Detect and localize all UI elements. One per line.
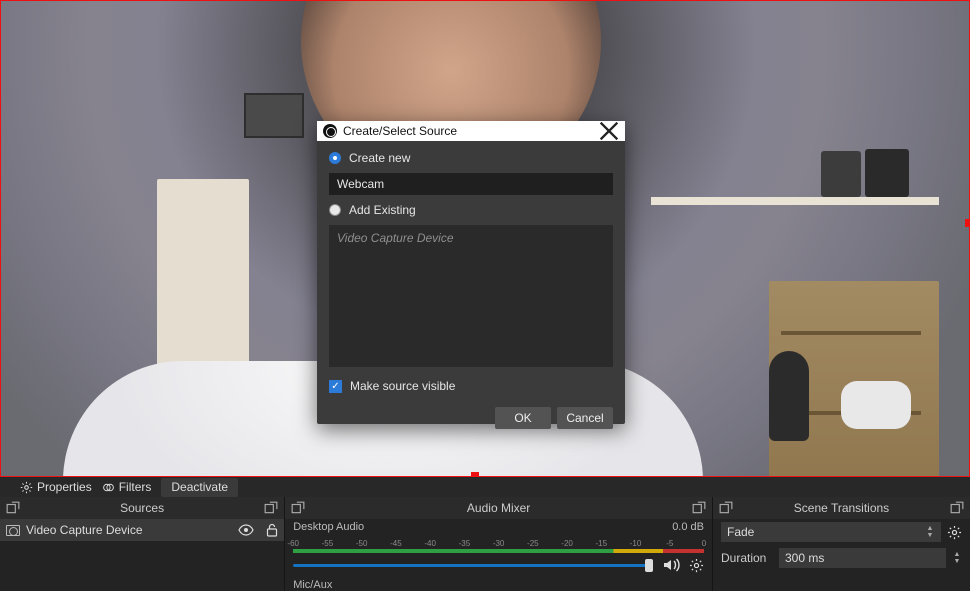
vu-tick: 0 bbox=[702, 539, 706, 548]
visibility-toggle[interactable] bbox=[238, 524, 254, 536]
lock-toggle[interactable] bbox=[266, 523, 278, 537]
list-item[interactable]: Video Capture Device bbox=[337, 231, 605, 245]
vu-tick: -5 bbox=[666, 539, 673, 548]
vu-tick: -40 bbox=[424, 539, 436, 548]
properties-button[interactable]: Properties bbox=[20, 480, 92, 494]
channel-name: Desktop Audio bbox=[293, 521, 364, 533]
duration-label: Duration bbox=[721, 551, 773, 565]
transition-select[interactable]: Fade ▲▼ bbox=[721, 522, 941, 542]
vu-tick: -45 bbox=[390, 539, 402, 548]
panel-title: Scene Transitions bbox=[733, 501, 950, 515]
filters-label: Filters bbox=[119, 480, 152, 494]
duration-input[interactable] bbox=[779, 548, 946, 568]
ok-button[interactable]: OK bbox=[495, 407, 551, 429]
dialog-titlebar[interactable]: Create/Select Source bbox=[317, 121, 625, 141]
background-box bbox=[865, 149, 909, 197]
chevron-updown-icon: ▲▼ bbox=[925, 525, 935, 539]
checkbox-make-visible[interactable]: ✓ Make source visible bbox=[329, 379, 613, 393]
channel-name: Mic/Aux bbox=[285, 573, 712, 591]
properties-label: Properties bbox=[37, 480, 92, 494]
popout-icon[interactable] bbox=[950, 501, 964, 515]
checkbox-icon: ✓ bbox=[329, 380, 342, 393]
preview-canvas[interactable]: Create/Select Source Create new Add Exis… bbox=[0, 0, 970, 477]
popout-icon[interactable] bbox=[264, 501, 278, 515]
vu-tick: -35 bbox=[459, 539, 471, 548]
vu-tick: -50 bbox=[356, 539, 368, 548]
popout-icon[interactable] bbox=[692, 501, 706, 515]
vu-tick: -60 bbox=[287, 539, 299, 548]
chevron-updown-icon[interactable]: ▲▼ bbox=[952, 551, 962, 565]
background-frame bbox=[244, 93, 304, 138]
cancel-button[interactable]: Cancel bbox=[557, 407, 613, 429]
filters-button[interactable]: Filters bbox=[102, 480, 152, 494]
dialog-title-text: Create/Select Source bbox=[343, 124, 457, 138]
deactivate-button[interactable]: Deactivate bbox=[161, 478, 238, 497]
background-microphone bbox=[769, 351, 809, 441]
existing-sources-list[interactable]: Video Capture Device bbox=[329, 225, 613, 367]
radio-create-new[interactable]: Create new bbox=[329, 151, 613, 165]
radio-icon bbox=[329, 152, 341, 164]
selection-handle-south[interactable] bbox=[471, 472, 479, 477]
transition-selected-value: Fade bbox=[727, 525, 754, 539]
create-select-source-dialog: Create/Select Source Create new Add Exis… bbox=[317, 121, 625, 424]
selection-handle-east[interactable] bbox=[965, 219, 970, 227]
background-shelf bbox=[651, 197, 939, 205]
panel-title: Sources bbox=[20, 501, 264, 515]
mute-toggle[interactable] bbox=[663, 558, 681, 572]
vu-tick: -25 bbox=[527, 539, 539, 548]
source-item[interactable]: Video Capture Device bbox=[0, 519, 284, 541]
background-vr-headset bbox=[841, 381, 911, 429]
vu-tick: -20 bbox=[561, 539, 573, 548]
volume-slider[interactable] bbox=[293, 564, 653, 567]
camera-icon bbox=[6, 525, 20, 536]
volume-slider-row bbox=[293, 557, 704, 573]
panel-title: Audio Mixer bbox=[305, 501, 692, 515]
vu-tick: -15 bbox=[596, 539, 608, 548]
source-context-toolbar: Properties Filters Deactivate bbox=[0, 477, 970, 497]
scene-transitions-panel: Scene Transitions Fade ▲▼ Duration bbox=[713, 497, 970, 591]
popout-icon[interactable] bbox=[719, 501, 733, 515]
filters-icon bbox=[102, 481, 115, 494]
radio-add-existing[interactable]: Add Existing bbox=[329, 203, 613, 217]
source-item-label: Video Capture Device bbox=[26, 523, 143, 537]
audio-mixer-panel: Audio Mixer Desktop Audio 0.0 dB -60 -55 -… bbox=[285, 497, 713, 591]
radio-label: Create new bbox=[349, 151, 410, 165]
slider-thumb[interactable] bbox=[645, 559, 653, 572]
close-button[interactable] bbox=[599, 121, 619, 141]
vu-meter: -60-55-50-45-40-35-30-25-20-15-10-50 bbox=[293, 533, 704, 553]
radio-icon bbox=[329, 204, 341, 216]
vu-tick: -55 bbox=[322, 539, 334, 548]
gear-icon bbox=[20, 481, 33, 494]
channel-settings-button[interactable] bbox=[689, 558, 704, 573]
vu-tick: -30 bbox=[493, 539, 505, 548]
popout-icon[interactable] bbox=[291, 501, 305, 515]
obs-icon bbox=[323, 124, 337, 138]
channel-db: 0.0 dB bbox=[672, 521, 704, 533]
checkbox-label: Make source visible bbox=[350, 379, 455, 393]
sources-panel: Sources Video Capture Device bbox=[0, 497, 285, 591]
transition-settings-button[interactable] bbox=[947, 525, 962, 540]
source-name-input[interactable] bbox=[329, 173, 613, 195]
popout-icon[interactable] bbox=[6, 501, 20, 515]
background-box bbox=[821, 151, 861, 197]
radio-label: Add Existing bbox=[349, 203, 416, 217]
vu-tick: -10 bbox=[630, 539, 642, 548]
